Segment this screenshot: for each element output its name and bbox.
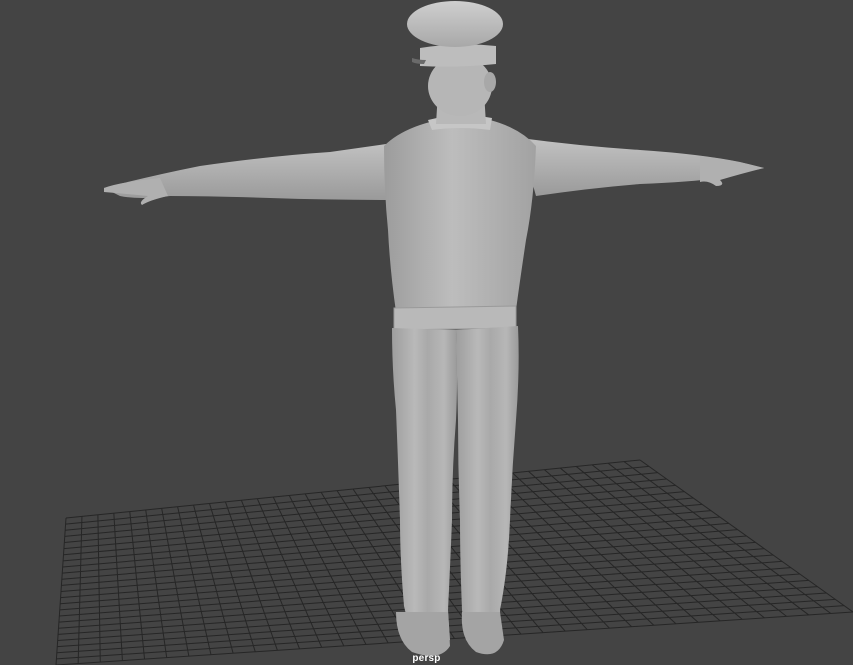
camera-name-label: persp	[412, 653, 441, 664]
right-leg[interactable]	[456, 326, 519, 645]
cap-band	[420, 44, 496, 67]
perspective-viewport[interactable]: persp	[0, 0, 853, 665]
torso-shirt[interactable]	[384, 120, 536, 312]
left-shoe[interactable]	[396, 612, 450, 656]
right-shoe[interactable]	[461, 612, 504, 655]
ear	[484, 72, 496, 92]
peaked-cap[interactable]	[407, 1, 503, 47]
ground-grid	[55, 459, 853, 665]
left-hand[interactable]	[104, 178, 168, 205]
belt	[393, 305, 517, 331]
viewport-scene[interactable]	[0, 0, 853, 665]
character-model[interactable]	[104, 1, 764, 656]
left-leg[interactable]	[392, 328, 457, 645]
